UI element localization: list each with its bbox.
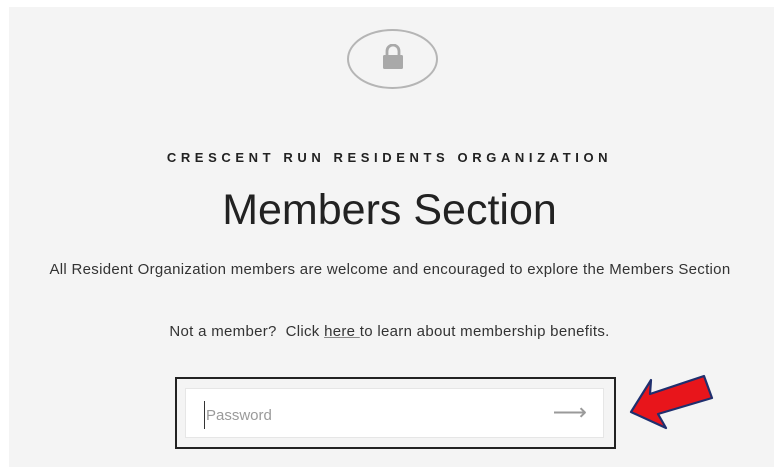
membership-prompt-suffix: to learn about membership benefits. [359,323,610,340]
membership-prompt: Not a member? Click here to learn about … [0,323,779,340]
membership-benefits-link[interactable]: here [324,323,360,340]
organization-name: CRESCENT RUN RESIDENTS ORGANIZATION [166,150,613,165]
arrow-right-icon[interactable]: ⟶ [553,398,587,428]
red-arrow-icon [629,374,714,430]
page-title: Members Section [222,186,557,234]
welcome-text: All Resident Organization members are we… [49,261,731,278]
password-input[interactable] [204,401,508,429]
lock-badge [347,29,438,89]
password-form: ⟶ [185,388,604,438]
password-highlight-box: ⟶ [175,377,616,449]
lock-icon [383,44,403,69]
membership-prompt-prefix: Not a member? Click [169,323,325,340]
